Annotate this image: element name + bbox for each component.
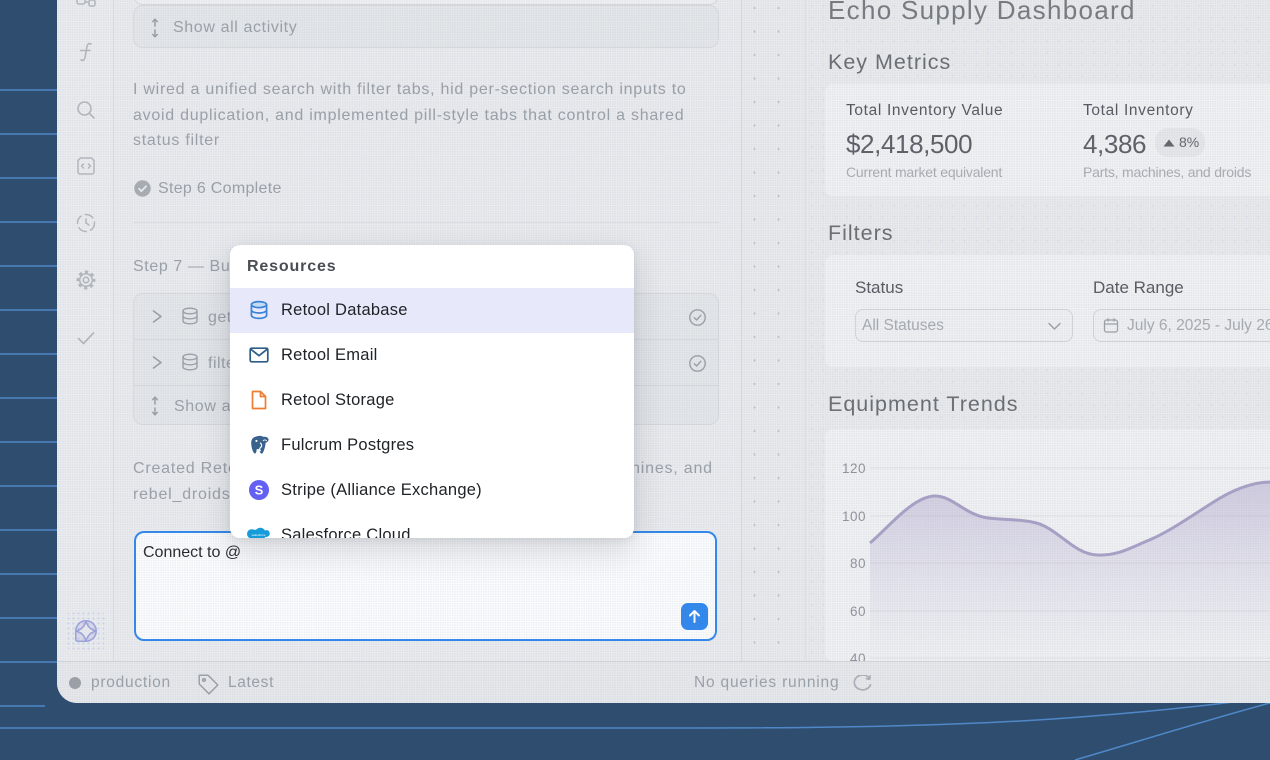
- svg-text:100: 100: [842, 509, 866, 524]
- svg-text:S: S: [255, 483, 264, 498]
- svg-text:40: 40: [850, 651, 866, 661]
- svg-text:60: 60: [850, 604, 866, 619]
- svg-text:salesforce: salesforce: [252, 533, 266, 537]
- svg-text:120: 120: [842, 461, 866, 476]
- svg-text:80: 80: [850, 556, 866, 571]
